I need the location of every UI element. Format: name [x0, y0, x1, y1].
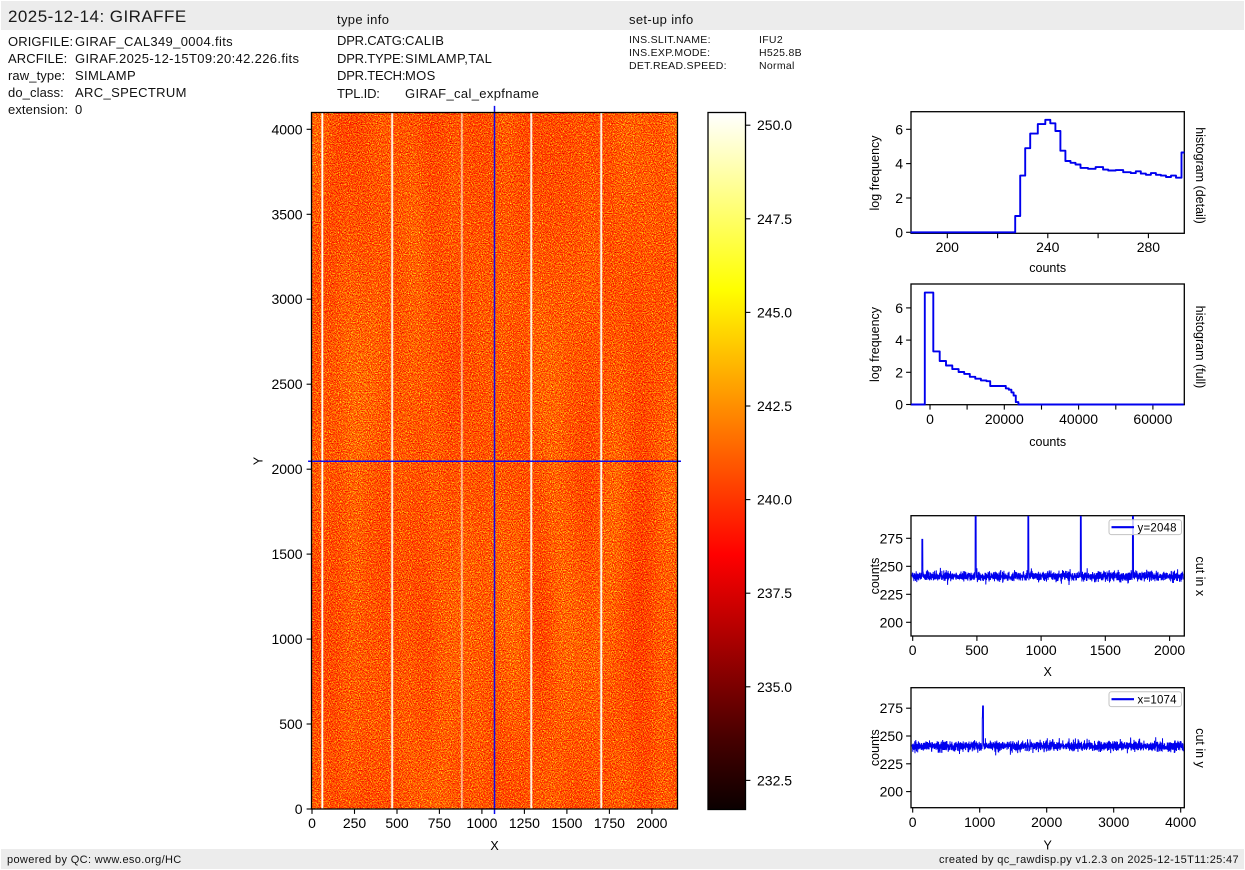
svg-text:cut in y: cut in y: [1193, 728, 1207, 768]
svg-text:250: 250: [343, 815, 367, 831]
svg-text:4000: 4000: [271, 121, 302, 137]
svg-text:275: 275: [880, 530, 904, 546]
svg-text:40000: 40000: [1059, 411, 1098, 427]
svg-text:X: X: [490, 839, 499, 853]
svg-text:6: 6: [895, 300, 903, 316]
svg-text:counts: counts: [1029, 435, 1066, 449]
svg-text:2: 2: [895, 364, 903, 380]
svg-text:0: 0: [295, 801, 303, 817]
svg-text:counts: counts: [868, 558, 882, 595]
svg-text:1000: 1000: [964, 814, 995, 830]
svg-text:250: 250: [880, 558, 904, 574]
svg-text:2000: 2000: [1031, 814, 1062, 830]
svg-text:2500: 2500: [271, 376, 302, 392]
svg-text:0: 0: [308, 815, 316, 831]
svg-text:counts: counts: [868, 729, 882, 766]
svg-text:y=2048: y=2048: [1138, 522, 1177, 534]
svg-text:60000: 60000: [1133, 411, 1172, 427]
svg-text:242.5: 242.5: [757, 398, 792, 414]
svg-text:245.0: 245.0: [757, 304, 792, 320]
svg-text:1000: 1000: [271, 631, 302, 647]
svg-text:6: 6: [895, 121, 903, 137]
svg-text:1500: 1500: [271, 546, 302, 562]
svg-text:2: 2: [895, 190, 903, 206]
svg-text:3000: 3000: [1098, 814, 1129, 830]
svg-text:1000: 1000: [466, 815, 497, 831]
svg-text:histogram (full): histogram (full): [1193, 306, 1207, 389]
svg-text:x=1074: x=1074: [1138, 694, 1178, 706]
svg-text:4: 4: [895, 156, 903, 172]
svg-text:0: 0: [909, 814, 917, 830]
svg-text:log frequency: log frequency: [868, 306, 882, 382]
svg-text:log frequency: log frequency: [868, 135, 882, 211]
svg-text:Y: Y: [1044, 839, 1053, 853]
svg-text:275: 275: [880, 700, 904, 716]
svg-text:247.5: 247.5: [757, 211, 792, 227]
svg-text:1000: 1000: [1026, 642, 1057, 658]
svg-text:counts: counts: [1029, 261, 1066, 275]
svg-text:1250: 1250: [509, 815, 540, 831]
svg-text:Y: Y: [252, 456, 266, 465]
svg-text:4: 4: [895, 332, 903, 348]
svg-text:0: 0: [895, 224, 903, 240]
svg-text:250.0: 250.0: [757, 117, 792, 133]
svg-text:750: 750: [428, 815, 452, 831]
svg-text:250: 250: [880, 728, 904, 744]
svg-text:500: 500: [279, 716, 303, 732]
svg-text:2000: 2000: [1154, 642, 1185, 658]
svg-text:500: 500: [385, 815, 409, 831]
svg-text:200: 200: [880, 784, 904, 800]
svg-text:3500: 3500: [271, 206, 302, 222]
svg-text:0: 0: [909, 642, 917, 658]
svg-text:cut in x: cut in x: [1193, 556, 1207, 596]
svg-text:232.5: 232.5: [757, 772, 792, 788]
svg-text:1750: 1750: [594, 815, 625, 831]
svg-text:4000: 4000: [1165, 814, 1196, 830]
svg-text:20000: 20000: [985, 411, 1024, 427]
svg-text:0: 0: [926, 411, 934, 427]
svg-text:240.0: 240.0: [757, 492, 792, 508]
svg-text:235.0: 235.0: [757, 679, 792, 695]
svg-text:X: X: [1044, 665, 1053, 679]
svg-text:2000: 2000: [271, 461, 302, 477]
svg-text:225: 225: [880, 756, 904, 772]
svg-text:1500: 1500: [1090, 642, 1121, 658]
svg-text:0: 0: [895, 397, 903, 413]
svg-text:200: 200: [936, 239, 960, 255]
svg-text:2000: 2000: [636, 815, 667, 831]
svg-text:3000: 3000: [271, 291, 302, 307]
svg-text:histogram (detail): histogram (detail): [1193, 127, 1207, 224]
svg-text:1500: 1500: [551, 815, 582, 831]
svg-text:225: 225: [880, 586, 904, 602]
svg-text:237.5: 237.5: [757, 585, 792, 601]
svg-text:500: 500: [965, 642, 989, 658]
svg-text:280: 280: [1137, 239, 1161, 255]
svg-text:200: 200: [880, 614, 904, 630]
svg-text:240: 240: [1036, 239, 1060, 255]
